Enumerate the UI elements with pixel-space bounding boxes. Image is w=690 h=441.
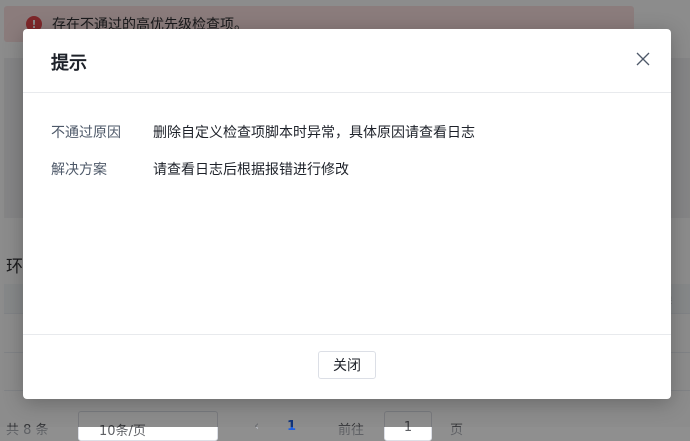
solution-value: 请查看日志后根据报错进行修改 [153,159,349,179]
close-icon[interactable] [635,51,651,67]
reason-value: 删除自定义检查项脚本时异常，具体原因请查看日志 [153,122,475,142]
dialog-title: 提示 [51,49,87,75]
reason-label: 不通过原因 [51,122,153,142]
dialog-body: 不通过原因 删除自定义检查项脚本时异常，具体原因请查看日志 解决方案 请查看日志… [23,93,671,334]
solution-row: 解决方案 请查看日志后根据报错进行修改 [51,159,349,179]
solution-label: 解决方案 [51,159,153,179]
reason-row: 不通过原因 删除自定义检查项脚本时异常，具体原因请查看日志 [51,122,475,142]
hint-dialog: 提示 不通过原因 删除自定义检查项脚本时异常，具体原因请查看日志 解决方案 请查… [23,29,671,399]
dialog-header: 提示 [23,29,671,93]
close-button[interactable]: 关闭 [318,351,376,379]
dialog-footer: 关闭 [23,334,671,399]
